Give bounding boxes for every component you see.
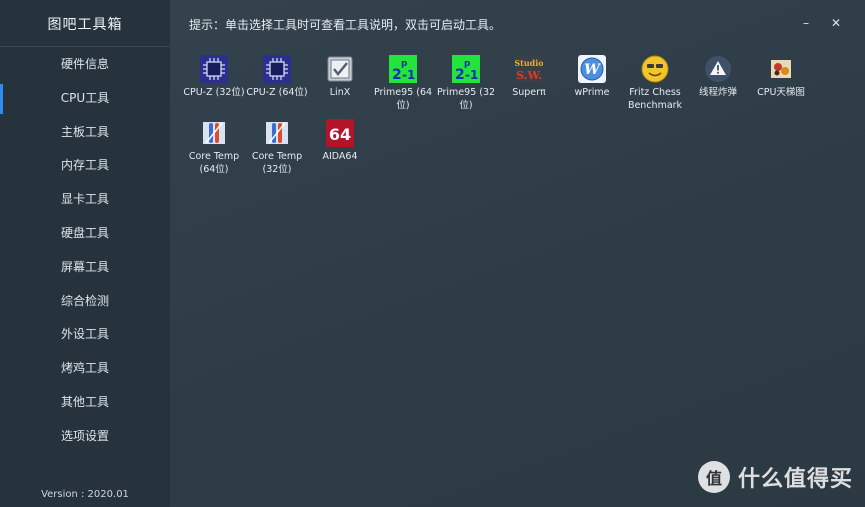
tool-label: LinX [329,87,351,98]
ladder-chart-icon [771,60,791,78]
tool-superpi[interactable]: Studio S.W. Superπ [497,55,561,99]
tool-label: Core Temp (32位) [251,151,303,175]
tool-cpuz-32[interactable]: CPU-Z (32位) [182,55,246,99]
sidebar-item-label: 烤鸡工具 [60,361,109,376]
hint-text: 提示：单击选择工具时可查看工具说明，双击可启动工具。 [189,18,502,32]
svg-text:Studio: Studio [515,58,543,68]
title-divider [0,46,170,47]
tool-label: CPU天梯图 [757,87,805,98]
sidebar-item-memory-tools[interactable]: 内存工具 [0,149,170,183]
tool-label: wPrime [574,87,610,98]
sidebar-item-label: 内存工具 [60,158,109,173]
sidebar-item-label: 其他工具 [60,394,109,409]
app-title: 图吧工具箱 [47,17,123,33]
watermark-text: 什么值得买 [737,467,853,492]
sidebar-item-label: 主板工具 [60,124,109,139]
close-button[interactable]: ✕ [827,14,845,32]
version-label: Version : 2020.01 [41,489,129,500]
warning-icon [705,56,731,82]
tool-prime95-64[interactable]: 2 p -1 Prime95 (64位) [371,55,435,112]
watermark-logo-icon: 值 [697,461,730,493]
sidebar-item-stress-tools[interactable]: 烤鸡工具 [0,352,170,386]
svg-text:W: W [584,62,601,78]
svg-text:S.W.: S.W. [516,69,542,82]
tool-label: Fritz Chess Benchmark [627,87,683,111]
tool-coretemp-64[interactable]: Core Temp (64位) [182,119,246,176]
sidebar-item-disk-tools[interactable]: 硬盘工具 [0,217,170,251]
sidebar-item-motherboard-tools[interactable]: 主板工具 [0,116,170,150]
sidebar-item-settings[interactable]: 选项设置 [0,420,170,454]
minimize-button[interactable]: – [797,14,815,32]
checkbox-icon [327,56,353,82]
tool-label: Prime95 (32位) [436,87,496,111]
sidebar-item-label: 选项设置 [60,428,109,443]
tool-fritz-chess[interactable]: Fritz Chess Benchmark [623,55,687,112]
fritz-face-icon [641,55,669,83]
main-panel: 提示：单击选择工具时可查看工具说明，双击可启动工具。 – ✕ CPU-Z (32… [170,0,865,507]
tool-cpuz-64[interactable]: CPU-Z (64位) [245,55,309,99]
watermark: 值 什么值得买 [697,459,853,495]
svg-text:-1: -1 [465,68,478,82]
tool-thread-bomb[interactable]: 线程炸弹 [686,55,750,99]
cpu-chip-icon [263,55,291,83]
sidebar-item-label: 显卡工具 [60,192,109,207]
svg-text:2: 2 [392,67,402,83]
sidebar-item-other-tools[interactable]: 其他工具 [0,386,170,420]
tool-label: CPU-Z (32位) [183,87,245,98]
tool-wprime[interactable]: W wPrime [560,55,624,99]
sidebar: 图吧工具箱 硬件信息 CPU工具 主板工具 内存工具 显卡工具 硬盘工具 屏幕工… [0,0,170,507]
sidebar-item-label: 外设工具 [60,327,109,342]
tool-prime95-32[interactable]: 2 p -1 Prime95 (32位) [434,55,498,112]
prime-formula-icon: 2 p -1 [389,55,417,83]
tool-label: Superπ [512,87,546,98]
tool-aida64[interactable]: 64 AIDA64 [308,119,372,163]
tool-label: CPU-Z (64位) [246,87,308,98]
sidebar-item-label: 硬盘工具 [60,225,109,240]
sidebar-item-cpu-tools[interactable]: CPU工具 [0,82,170,116]
sidebar-item-label: 屏幕工具 [60,259,109,274]
svg-text:2: 2 [455,67,465,83]
cpu-chip-icon [200,55,228,83]
tool-coretemp-32[interactable]: Core Temp (32位) [245,119,309,176]
tool-cpu-ladder[interactable]: CPU天梯图 [749,55,813,99]
sidebar-item-label: CPU工具 [60,90,110,105]
nav-list: 硬件信息 CPU工具 主板工具 内存工具 显卡工具 硬盘工具 屏幕工具 综合检测… [0,48,170,454]
sidebar-item-overall-test[interactable]: 综合检测 [0,285,170,319]
sidebar-item-label: 综合检测 [60,293,109,308]
thermometer-icon [266,122,288,144]
aida64-icon: 64 [326,119,354,147]
tool-label: AIDA64 [322,151,358,162]
tool-label: Core Temp (64位) [188,151,240,175]
wprime-icon: W [578,55,606,83]
tool-label: Prime95 (64位) [373,87,433,111]
sidebar-item-hardware-info[interactable]: 硬件信息 [0,48,170,82]
tool-label: 线程炸弹 [698,87,737,98]
thermometer-icon [203,122,225,144]
sidebar-item-screen-tools[interactable]: 屏幕工具 [0,251,170,285]
svg-text:-1: -1 [402,68,415,82]
sidebar-item-label: 硬件信息 [60,57,109,71]
sidebar-item-peripheral-tools[interactable]: 外设工具 [0,318,170,352]
svg-text:64: 64 [329,125,351,144]
tool-linx[interactable]: LinX [308,55,372,99]
prime-formula-icon: 2 p -1 [452,55,480,83]
sidebar-item-gpu-tools[interactable]: 显卡工具 [0,183,170,217]
super-pi-icon: Studio S.W. [515,55,543,83]
